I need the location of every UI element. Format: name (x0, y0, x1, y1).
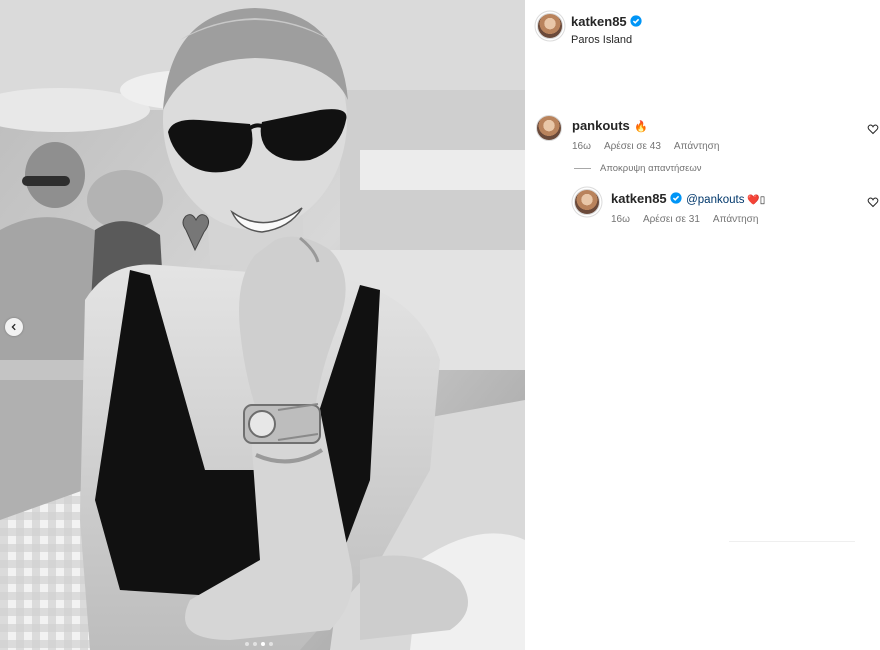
comment-meta: 16ω Αρέσει σε 43 Απάντηση (572, 141, 719, 152)
post-photo (0, 0, 525, 650)
reply-time: 16ω (611, 214, 630, 225)
divider-line (574, 168, 591, 169)
carousel-prev-button[interactable] (5, 318, 23, 336)
author-username[interactable]: katken85 (571, 14, 627, 29)
reply-likes-link[interactable]: Αρέσει σε 31 (643, 214, 700, 225)
carousel-dot (261, 642, 265, 646)
reply-meta: 16ω Αρέσει σε 31 Απάντηση (611, 214, 765, 225)
hide-replies-button[interactable]: Αποκρυψη απαντήσεων (574, 163, 702, 174)
comment-reply-button[interactable]: Απάντηση (674, 141, 719, 152)
comment-avatar[interactable] (536, 115, 562, 141)
post-side-panel: katken85 Paros Island pankouts 🔥 16ω Αρέ… (525, 0, 880, 650)
section-divider (729, 541, 855, 542)
reply-reply-button[interactable]: Απάντηση (713, 214, 758, 225)
carousel-dot (253, 642, 257, 646)
reply-avatar[interactable] (574, 189, 600, 215)
reply-body: katken85 @pankouts ❤️▯ 16ω Αρέσει σε 31 … (611, 190, 765, 225)
reply-mention[interactable]: @pankouts (686, 194, 744, 206)
comment-username[interactable]: pankouts (572, 118, 630, 133)
heart-outline-icon[interactable] (867, 123, 879, 135)
post-header: katken85 Paros Island (571, 13, 642, 46)
comment-body: pankouts 🔥 16ω Αρέσει σε 43 Απάντηση (572, 117, 719, 152)
author-avatar[interactable] (537, 13, 563, 39)
heart-outline-icon[interactable] (867, 196, 879, 208)
comment-time: 16ω (572, 141, 591, 152)
hide-replies-label: Αποκρυψη απαντήσεων (600, 163, 702, 174)
chevron-left-icon (11, 323, 16, 331)
reply-username[interactable]: katken85 (611, 191, 667, 206)
carousel-dot (245, 642, 249, 646)
comment-likes-link[interactable]: Αρέσει σε 43 (604, 141, 661, 152)
post-location[interactable]: Paros Island (571, 34, 642, 46)
verified-badge-icon (630, 15, 642, 27)
verified-badge-icon (670, 192, 682, 204)
comment-emoji: 🔥 (634, 121, 648, 133)
carousel-dots (245, 642, 273, 646)
carousel-dot (269, 642, 273, 646)
photo-illustration (0, 0, 525, 650)
reply-text: ❤️▯ (744, 195, 766, 206)
